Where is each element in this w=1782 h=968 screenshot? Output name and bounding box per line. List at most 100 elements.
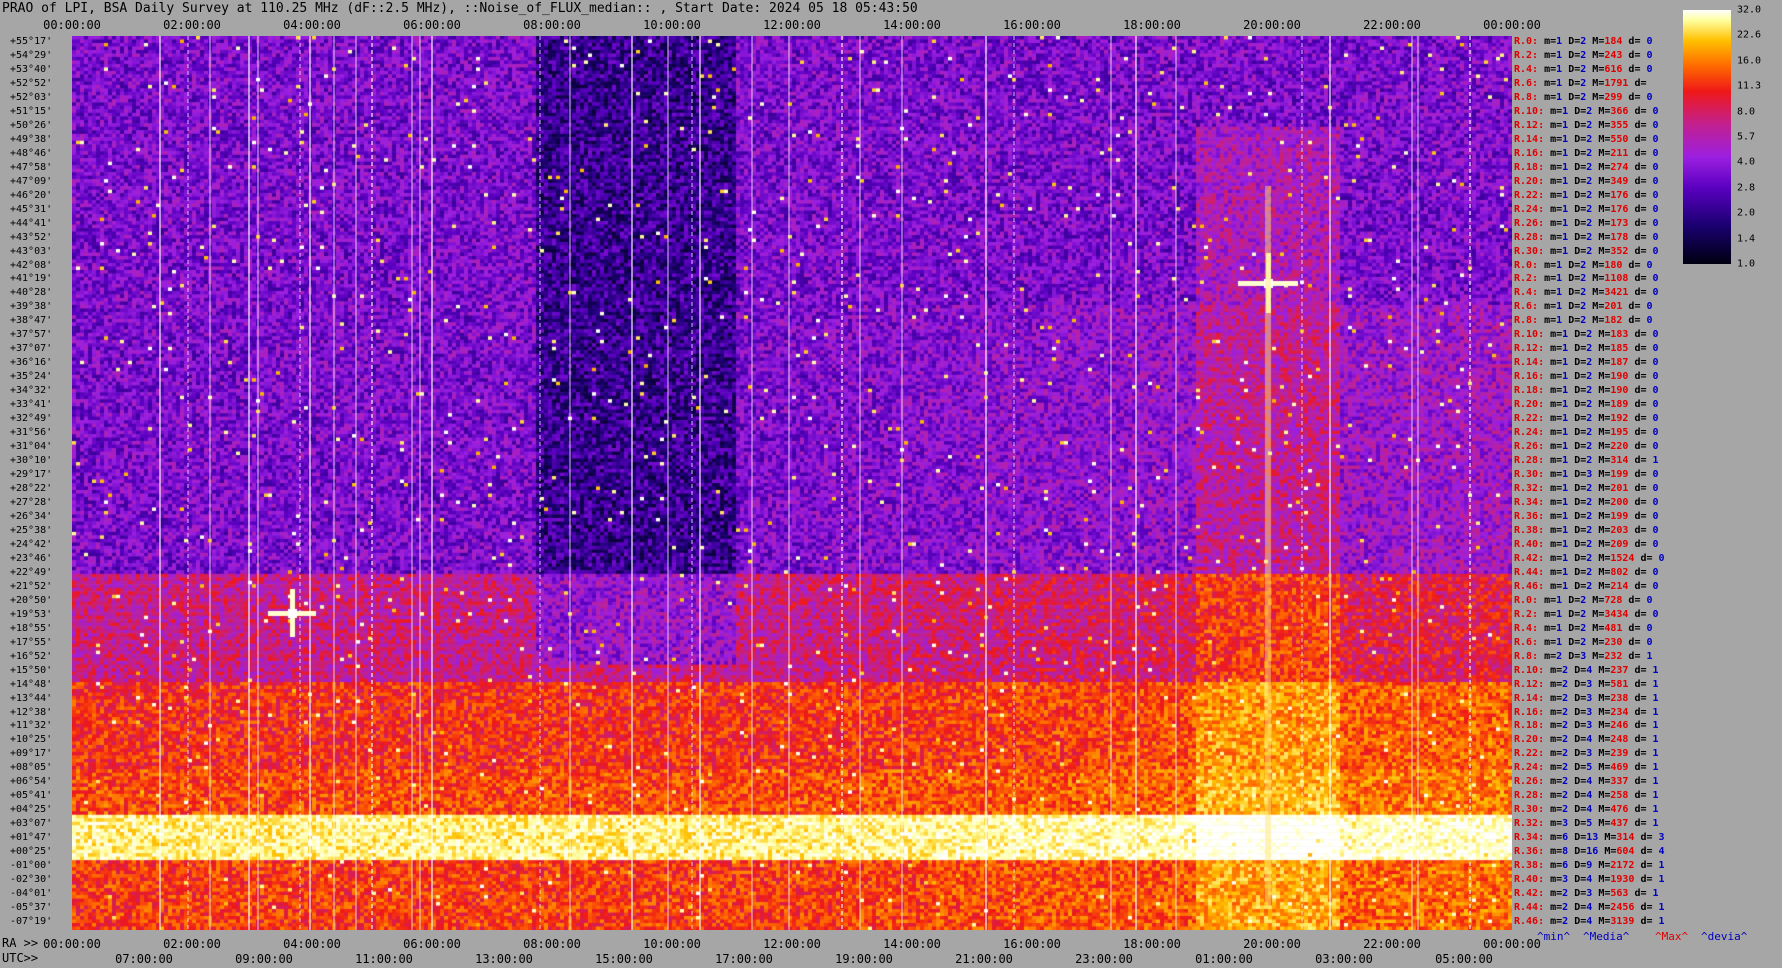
row-stat-r: R.10: <box>1514 664 1545 676</box>
row-stat-D: 13 <box>1586 832 1599 844</box>
row-stat-sep: D= <box>1568 329 1587 341</box>
row-stat-r: R.46: <box>1514 580 1545 592</box>
row-stat-sep: d= <box>1628 804 1653 816</box>
row-stat: R.22: m=1 D=2 M=176 d= 0 <box>1514 190 1659 201</box>
row-stat: R.6: m=1 D=2 M=1791 d= <box>1514 78 1647 89</box>
row-stat-d: 1 <box>1652 734 1659 746</box>
row-stat-d: 1 <box>1652 720 1659 732</box>
row-stat-sep: d= <box>1628 664 1653 676</box>
row-stat-sep: M= <box>1592 678 1611 690</box>
row-stat-sep: D= <box>1568 916 1587 928</box>
row-stat-sep: D= <box>1568 455 1587 467</box>
row-stat-r: R.22: <box>1514 748 1545 760</box>
declination-label: +55°17' <box>10 36 53 47</box>
row-stat-sep: d= <box>1628 748 1653 760</box>
row-stat-r: R.2: <box>1514 608 1539 620</box>
row-stat-sep: D= <box>1568 734 1587 746</box>
ra-axis-tick: 06:00:00 <box>403 937 461 951</box>
colorbar-tick: 2.0 <box>1737 207 1756 219</box>
row-stat-sep: d= <box>1628 566 1653 578</box>
row-stat-sep: D= <box>1568 748 1587 760</box>
row-stat: R.36: m=8 D=16 M=604 d= 4 <box>1514 847 1665 857</box>
row-stat-M: 200 <box>1610 496 1629 508</box>
row-stat: R.4: m=1 D=2 M=3421 d= 0 <box>1514 288 1659 298</box>
declination-label: +03°07' <box>10 818 53 830</box>
top-axis-tick: 20:00:00 <box>1243 18 1301 32</box>
row-stat-d: 0 <box>1652 133 1659 145</box>
colorbar-tick: 2.8 <box>1737 182 1756 194</box>
utc-axis-tick: 07:00:00 <box>115 952 173 966</box>
row-stat-r: R.24: <box>1514 762 1545 774</box>
row-stat: R.16: m=2 D=3 M=234 d= 1 <box>1514 707 1659 718</box>
row-stat: R.28: m=1 D=2 M=178 d= 0 <box>1514 232 1659 243</box>
row-stat-sep: D= <box>1568 413 1587 425</box>
row-stat: R.8: m=1 D=2 M=182 d= 0 <box>1514 316 1653 326</box>
row-stat-sep: M= <box>1598 846 1617 858</box>
row-stat-sep: M= <box>1586 287 1605 299</box>
row-stat-sep: d= <box>1622 622 1647 634</box>
row-stat-sep: D= <box>1568 343 1587 355</box>
utc-axis-tick: 19:00:00 <box>835 952 893 966</box>
row-stat-sep: d= <box>1628 888 1653 900</box>
row-stat-r: R.46: <box>1514 916 1545 928</box>
top-axis-tick: 00:00:00 <box>1483 18 1541 32</box>
declination-label: +45°31' <box>10 203 53 215</box>
declination-label: -07°19' <box>10 916 53 928</box>
declination-label: -02°30' <box>10 874 53 886</box>
row-stat-r: R.40: <box>1514 538 1545 550</box>
row-stat-sep: m= <box>1538 594 1557 606</box>
declination-label: +36°16' <box>10 357 53 369</box>
row-stat-sep: D= <box>1562 49 1581 61</box>
row-stat-sep: d= <box>1628 133 1653 145</box>
row-stat-sep: D= <box>1568 692 1587 704</box>
row-stat-sep: D= <box>1568 552 1587 564</box>
row-stat-sep: M= <box>1592 580 1611 592</box>
row-stat-d: 0 <box>1646 315 1653 327</box>
row-stat-sep: M= <box>1586 622 1605 634</box>
row-stat-sep: m= <box>1544 245 1563 257</box>
row-stat-sep: m= <box>1544 455 1563 467</box>
row-stat-M: 476 <box>1610 804 1629 816</box>
row-stat-sep: M= <box>1592 427 1611 439</box>
row-stat-d: 0 <box>1652 580 1659 592</box>
row-stat: R.24: m=1 D=2 M=195 d= 0 <box>1514 428 1659 438</box>
row-stat-M: 211 <box>1610 147 1629 159</box>
row-stat-sep: M= <box>1586 301 1605 313</box>
row-stat-M: 616 <box>1604 63 1623 75</box>
row-stat-sep: d= <box>1628 161 1653 173</box>
row-stat: R.22: m=2 D=3 M=239 d= 1 <box>1514 749 1659 759</box>
row-stat-sep: D= <box>1568 678 1587 690</box>
row-stat-M: 239 <box>1610 748 1629 760</box>
row-stat-sep: D= <box>1562 608 1581 620</box>
declination-label: +25°38' <box>10 524 53 536</box>
declination-label: +33°41' <box>10 399 53 411</box>
row-stat-d: 0 <box>1646 36 1653 47</box>
row-stat: R.26: m=1 D=2 M=220 d= 0 <box>1514 442 1659 452</box>
declination-label: +19°53' <box>10 608 53 620</box>
ra-axis-tick: 18:00:00 <box>1123 937 1181 951</box>
top-axis-tick: 06:00:00 <box>403 18 461 32</box>
declination-label: -04°01' <box>10 888 53 900</box>
row-stat-sep: D= <box>1568 874 1587 886</box>
row-stat-sep: D= <box>1562 63 1581 75</box>
row-stat-M: 563 <box>1610 888 1629 900</box>
row-stat-M: 238 <box>1610 692 1629 704</box>
row-stat-sep: M= <box>1592 538 1611 550</box>
top-axis-tick: 10:00:00 <box>643 18 701 32</box>
row-stat-sep: D= <box>1568 524 1587 536</box>
row-stat-M: 243 <box>1604 49 1623 61</box>
row-stat-M: 192 <box>1610 413 1629 425</box>
row-stat-sep: m= <box>1544 510 1563 522</box>
row-stat-r: R.18: <box>1514 720 1545 732</box>
row-stat-sep: d= <box>1628 762 1653 774</box>
row-stat-sep: D= <box>1568 105 1587 117</box>
row-stat-sep: D= <box>1568 427 1587 439</box>
colorbar-tick: 4.0 <box>1737 156 1756 168</box>
utc-axis-tick: 11:00:00 <box>355 952 413 966</box>
row-stat-sep: d= <box>1628 119 1653 131</box>
row-stat-d: 1 <box>1658 874 1665 886</box>
row-stat-sep: M= <box>1586 49 1605 61</box>
row-stat-d: 0 <box>1652 357 1659 369</box>
row-stat-d: 0 <box>1652 510 1659 522</box>
row-stat-sep: M= <box>1592 720 1611 732</box>
